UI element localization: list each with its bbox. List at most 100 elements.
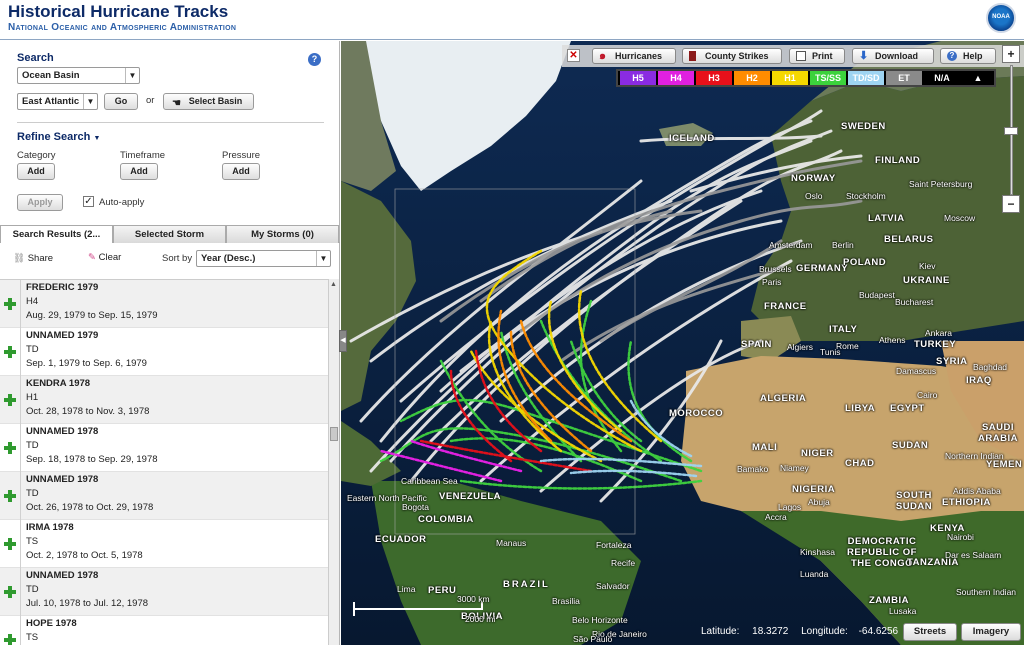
storm-dates: Oct. 28, 1978 to Nov. 3, 1978 xyxy=(26,406,150,417)
storm-category: TD xyxy=(26,584,39,595)
storm-name: HOPE 1978 xyxy=(26,618,77,629)
divider xyxy=(17,122,324,123)
or-text: or xyxy=(146,95,155,106)
storm-dates: Oct. 26, 1978 to Oct. 29, 1978 xyxy=(26,502,154,513)
list-item[interactable]: HOPE 1978 TS xyxy=(0,616,328,645)
eraser-icon: ✎ xyxy=(88,252,96,263)
latitude-label: Latitude: xyxy=(701,626,740,637)
legend-ts-ss[interactable]: TS/SS xyxy=(810,71,846,85)
legend-td-sd[interactable]: TD/SD xyxy=(848,71,884,85)
tab-selected-storm[interactable]: Selected Storm xyxy=(113,225,226,243)
list-item[interactable]: KENDRA 1978 H1 Oct. 28, 1978 to Nov. 3, 19… xyxy=(0,376,328,424)
map-label: Tunis xyxy=(820,347,841,357)
map-label: BRAZIL xyxy=(503,579,550,590)
tab-search-results[interactable]: Search Results (2... xyxy=(0,225,113,243)
auto-apply-checkbox[interactable]: ✓ xyxy=(83,196,94,207)
storm-name: UNNAMED 1978 xyxy=(26,570,99,581)
app-header: Historical Hurricane Tracks National Oce… xyxy=(0,0,1024,40)
sort-select[interactable]: Year (Desc.) ▼ xyxy=(196,250,331,267)
legend-h5[interactable]: H5 xyxy=(620,71,656,85)
add-icon[interactable] xyxy=(3,297,17,311)
results-scrollbar[interactable]: ▲ xyxy=(328,279,339,645)
add-category-button[interactable]: Add xyxy=(17,163,55,180)
list-item[interactable]: UNNAMED 1979 TD Sep. 1, 1979 to Sep. 6, 19… xyxy=(0,328,328,376)
add-icon[interactable] xyxy=(3,537,17,551)
legend-h1[interactable]: H1 xyxy=(772,71,808,85)
clear-button[interactable]: ✎ Clear xyxy=(88,252,121,263)
map-label: Bamako xyxy=(737,464,769,474)
noaa-logo[interactable]: NOAA xyxy=(986,3,1016,33)
close-icon[interactable]: ✕ xyxy=(567,49,580,62)
map-view[interactable]: ICELAND SWEDEN FINLAND NORWAY Saint Pete… xyxy=(341,41,1024,645)
add-icon[interactable] xyxy=(3,585,17,599)
chevron-down-icon: ▼ xyxy=(83,94,97,109)
list-item[interactable]: UNNAMED 1978 TD Jul. 10, 1978 to Jul. 12, … xyxy=(0,568,328,616)
share-button[interactable]: ⛓ Share xyxy=(13,253,53,264)
map-label: Budapest xyxy=(859,290,895,300)
add-timeframe-button[interactable]: Add xyxy=(120,163,158,180)
map-label: Caribbean Sea xyxy=(401,476,458,486)
help-icon[interactable]: ? xyxy=(308,53,321,66)
legend-h2[interactable]: H2 xyxy=(734,71,770,85)
print-button[interactable]: Print xyxy=(789,48,845,64)
tab-my-storms[interactable]: My Storms (0) xyxy=(226,225,339,243)
zoom-slider-thumb[interactable] xyxy=(1004,127,1018,135)
basin-type-select[interactable]: Ocean Basin ▼ xyxy=(17,67,140,84)
download-icon: ⬇ xyxy=(859,50,869,62)
storm-category: H1 xyxy=(26,392,39,403)
add-icon[interactable] xyxy=(3,633,17,645)
add-icon[interactable] xyxy=(3,345,17,359)
county-strikes-button[interactable]: County Strikes xyxy=(682,48,782,64)
add-icon[interactable] xyxy=(3,393,17,407)
refine-search-label: Refine Search xyxy=(17,131,91,143)
map-label: Dar es Salaam xyxy=(945,550,1002,560)
legend-h4[interactable]: H4 xyxy=(658,71,694,85)
download-label: Download xyxy=(875,51,918,61)
legend-et[interactable]: ET xyxy=(886,71,922,85)
sort-value: Year (Desc.) xyxy=(201,253,256,264)
map-label: Manaus xyxy=(496,538,527,548)
map-label: MALI xyxy=(752,442,778,453)
collapse-panel-handle[interactable]: ◀ xyxy=(339,330,347,352)
map-label: Accra xyxy=(765,512,787,522)
map-label: Stockholm xyxy=(846,191,886,201)
collapse-legend-icon[interactable]: ▲ xyxy=(962,71,994,85)
select-basin-label: Select Basin xyxy=(188,96,243,106)
list-item[interactable]: UNNAMED 1978 TD Oct. 26, 1978 to Oct. 29, … xyxy=(0,472,328,520)
list-item[interactable]: IRMA 1978 TS Oct. 2, 1978 to Oct. 5, 1978 xyxy=(0,520,328,568)
imagery-button[interactable]: Imagery xyxy=(961,623,1021,641)
map-label: COLOMBIA xyxy=(418,514,474,525)
apply-button[interactable]: Apply xyxy=(17,194,63,211)
zoom-out-button[interactable]: − xyxy=(1002,195,1020,213)
map-label: Luanda xyxy=(800,569,829,579)
list-item[interactable]: UNNAMED 1978 TD Sep. 18, 1978 to Sep. 29, … xyxy=(0,424,328,472)
streets-button[interactable]: Streets xyxy=(903,623,957,641)
help-button[interactable]: ? Help xyxy=(940,48,996,64)
map-label: Bucharest xyxy=(895,297,934,307)
map-label: ZAMBIA xyxy=(869,595,909,606)
map-label: Saint Petersburg xyxy=(909,179,973,189)
map-label: LIBYA xyxy=(845,403,876,414)
storm-category: TS xyxy=(26,536,39,547)
download-button[interactable]: ⬇ Download xyxy=(852,48,934,64)
storm-name: UNNAMED 1978 xyxy=(26,474,99,485)
map-label: Baghdad xyxy=(973,362,1008,372)
latitude-value: 18.3272 xyxy=(752,626,789,637)
list-item[interactable]: FREDERIC 1979 H4 Aug. 29, 1979 to Sep. 15,… xyxy=(0,280,328,328)
go-button[interactable]: Go xyxy=(104,93,138,110)
refine-search-heading[interactable]: Refine Search ▼ xyxy=(17,131,100,143)
map-label: Damascus xyxy=(896,366,937,376)
scroll-up-icon[interactable]: ▲ xyxy=(330,281,337,288)
map-label: VENEZUELA xyxy=(439,491,502,502)
select-basin-button[interactable]: ☚ Select Basin xyxy=(163,93,254,110)
legend-h3[interactable]: H3 xyxy=(696,71,732,85)
zoom-in-button[interactable]: + xyxy=(1002,45,1020,63)
basin-select[interactable]: East Atlantic ▼ xyxy=(17,93,98,110)
scrollbar-thumb[interactable] xyxy=(330,427,338,441)
add-pressure-button[interactable]: Add xyxy=(222,163,260,180)
hurricanes-button[interactable]: ๑ Hurricanes xyxy=(592,48,676,64)
legend-na[interactable]: N/A xyxy=(924,71,960,85)
longitude-value: -64.6256 xyxy=(858,626,899,637)
add-icon[interactable] xyxy=(3,441,17,455)
add-icon[interactable] xyxy=(3,489,17,503)
